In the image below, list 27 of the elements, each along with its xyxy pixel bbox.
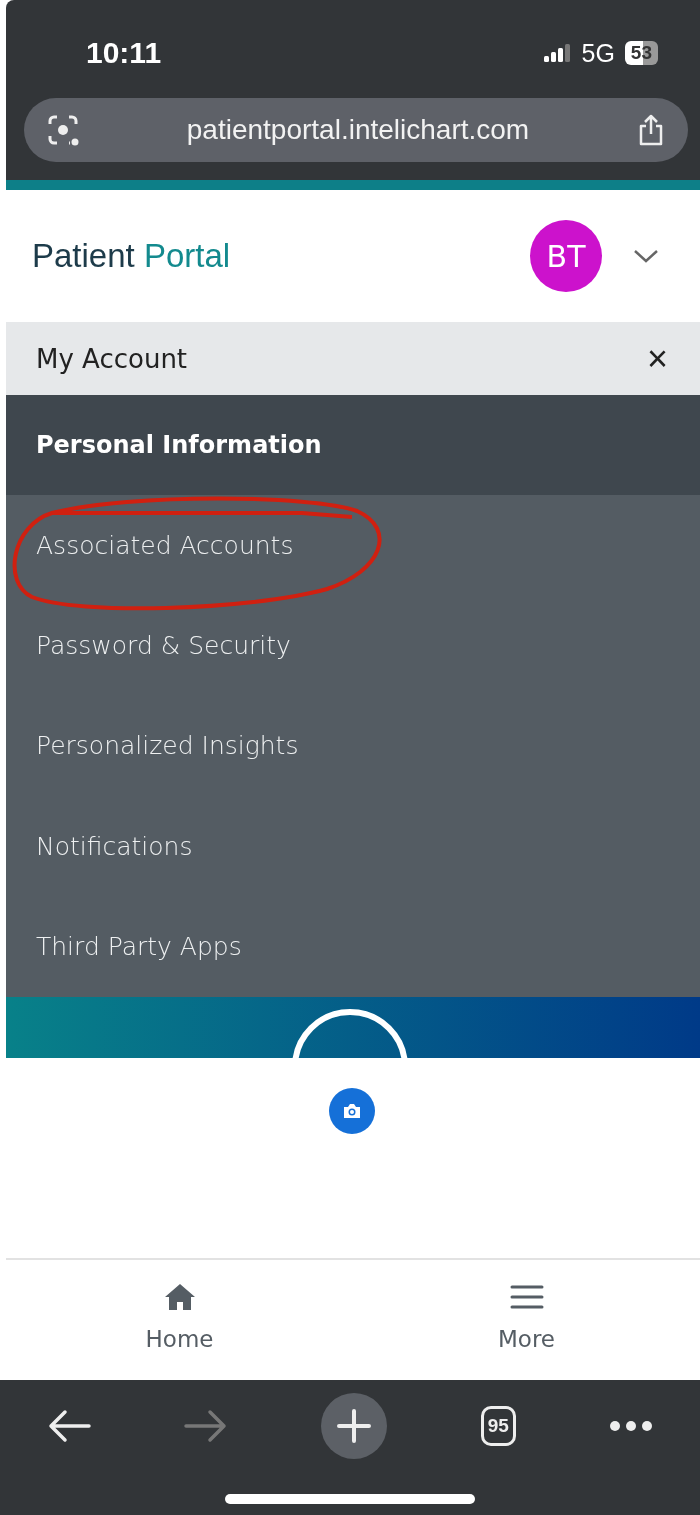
address-bar[interactable]: patientportal.intelichart.com [24,98,688,162]
signal-icon [543,43,572,63]
lens-icon[interactable] [46,113,80,147]
tab-count-button[interactable]: 95 [480,1406,516,1446]
status-time: 10:11 [86,36,162,70]
nav-button[interactable]: More [353,1259,700,1380]
nav-button[interactable]: Home [6,1259,353,1380]
user-avatar[interactable]: BT [530,220,602,292]
url-text: patientportal.intelichart.com [185,114,531,146]
menu-item[interactable]: Notifications [36,831,193,861]
camera-button[interactable] [329,1087,375,1134]
back-icon[interactable] [46,1409,91,1443]
chevron-down-icon[interactable] [632,248,660,264]
battery-indicator: 53 [624,41,658,65]
section-heading[interactable]: Personal Information [6,395,700,495]
menu-title: My Account [36,343,188,374]
menu-item[interactable]: Personalized Insights [36,731,299,761]
more-icon[interactable] [609,1420,654,1432]
menu-item[interactable]: Third Party Apps [36,932,242,962]
menu-item[interactable]: Password & Security [36,631,291,661]
menu-item[interactable]: Associated Accounts [36,530,294,560]
new-tab-icon[interactable] [321,1393,388,1459]
close-button[interactable]: × [646,337,668,380]
network-label: 5G [581,38,615,68]
forward-icon[interactable] [184,1409,229,1443]
portal-title: Patient Portal [32,237,231,275]
camera-icon [342,1102,362,1119]
